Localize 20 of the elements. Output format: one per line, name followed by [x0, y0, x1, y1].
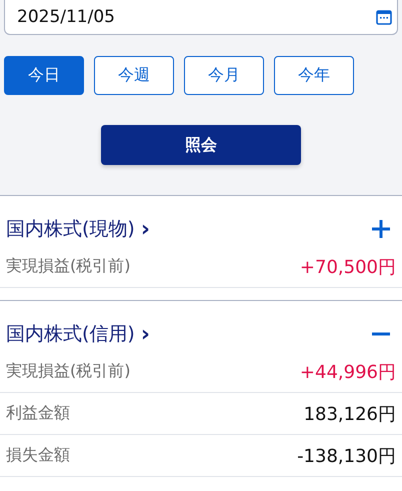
chevron-icon[interactable]: › — [140, 216, 150, 242]
row-label: 損失金額 — [6, 445, 70, 466]
period-tab[interactable]: 今年 — [274, 56, 354, 95]
row-value: +70,500円 — [300, 256, 396, 278]
chevron-icon[interactable]: › — [140, 322, 150, 346]
row-label: 利益金額 — [6, 403, 70, 424]
query-button[interactable]: 照会 — [101, 125, 301, 165]
row-value: -138,130円 — [297, 444, 396, 468]
calendar-icon[interactable] — [376, 9, 392, 25]
plus-icon[interactable] — [372, 220, 390, 238]
row-label: 実現損益(税引前) — [6, 256, 130, 277]
row-value: +44,996円 — [300, 360, 396, 384]
row-value: 183,126円 — [304, 402, 396, 426]
period-tab[interactable]: 今週 — [94, 56, 174, 95]
section-link[interactable]: 国内株式(信用) — [6, 321, 135, 347]
section-link[interactable]: 国内株式(現物) — [6, 216, 135, 242]
period-tab[interactable]: 今月 — [184, 56, 264, 95]
date-field[interactable]: 2025/11/05 — [4, 0, 398, 35]
row-label: 実現損益(税引前) — [6, 361, 130, 382]
period-tab[interactable]: 今日 — [4, 56, 84, 95]
